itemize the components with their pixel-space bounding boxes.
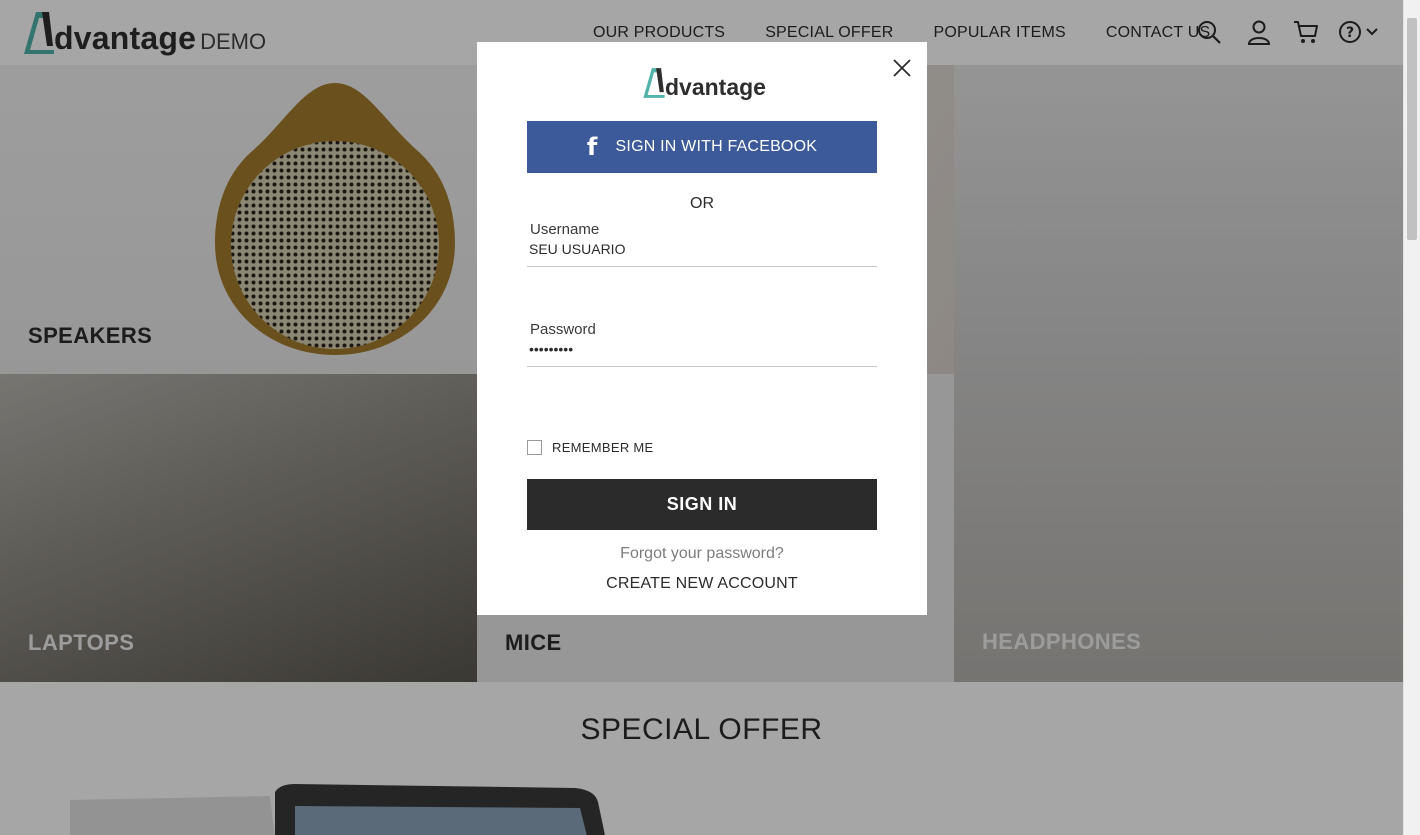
remember-me-label: REMEMBER ME	[552, 440, 654, 455]
create-account-link[interactable]: CREATE NEW ACCOUNT	[477, 575, 927, 593]
remember-me[interactable]: REMEMBER ME	[527, 440, 654, 455]
or-divider: OR	[690, 195, 714, 212]
username-input[interactable]	[529, 241, 869, 257]
password-field: Password	[527, 321, 877, 367]
signin-button[interactable]: SIGN IN	[527, 479, 877, 530]
facebook-icon: f	[586, 133, 598, 161]
username-field: Username	[527, 221, 877, 267]
close-icon[interactable]	[890, 56, 914, 80]
remember-me-checkbox[interactable]	[527, 440, 542, 455]
forgot-password-link[interactable]: Forgot your password?	[477, 545, 927, 563]
modal-logo: dvantage	[642, 66, 766, 100]
password-input[interactable]	[529, 341, 869, 357]
password-label: Password	[530, 321, 596, 338]
scrollbar-thumb[interactable]	[1407, 18, 1417, 240]
modal-logo-word: dvantage	[665, 74, 766, 100]
facebook-signin-button[interactable]: f SIGN IN WITH FACEBOOK	[527, 121, 877, 173]
advantage-logo-icon	[643, 68, 665, 98]
username-label: Username	[530, 221, 600, 238]
login-modal: dvantage f SIGN IN WITH FACEBOOK OR User…	[477, 42, 927, 615]
facebook-signin-label: SIGN IN WITH FACEBOOK	[615, 138, 818, 155]
page-scrollbar[interactable]	[1403, 0, 1420, 835]
